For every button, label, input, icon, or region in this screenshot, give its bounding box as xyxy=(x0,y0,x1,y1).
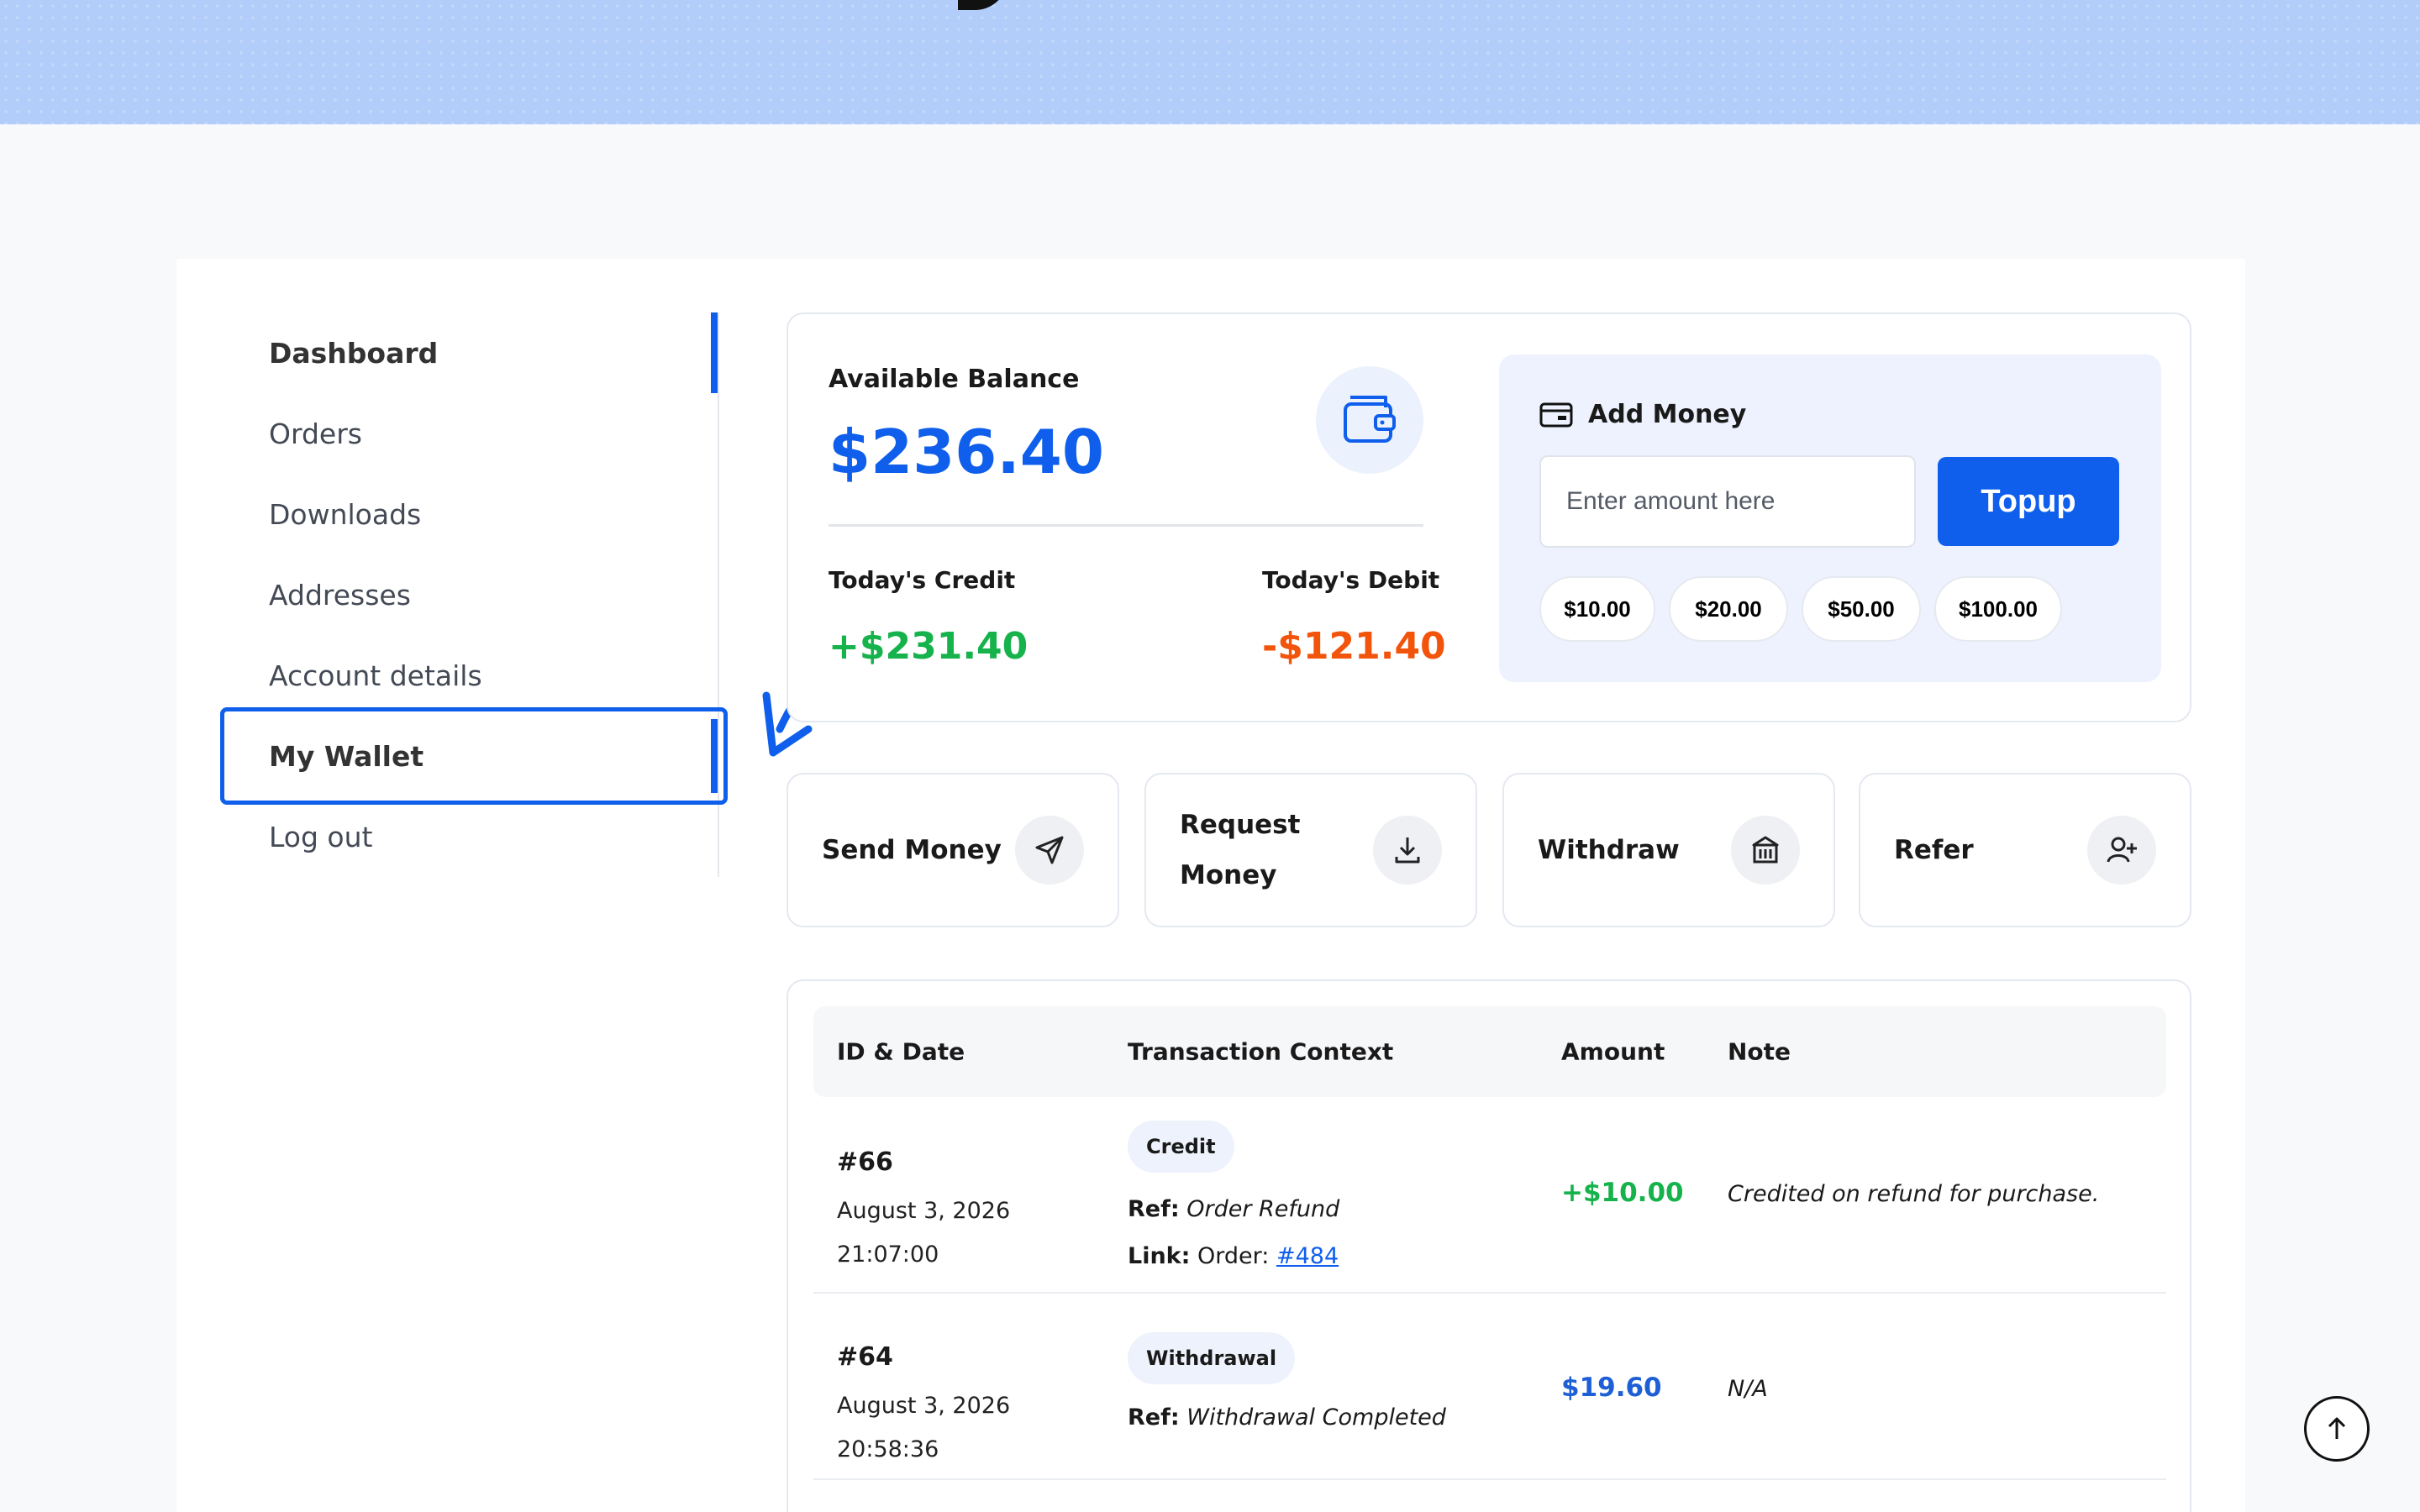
balance-divider xyxy=(829,524,1423,527)
available-balance-label: Available Balance xyxy=(829,365,1080,394)
sidebar-item-orders[interactable]: Orders xyxy=(269,393,790,474)
my-wallet-highlight-box xyxy=(220,707,728,805)
sidebar-item-log-out[interactable]: Log out xyxy=(269,796,790,877)
add-money-panel: Add Money Topup $10.00 $20.00 $50.00 $10… xyxy=(1499,354,2161,682)
my-wallet-active-bar xyxy=(711,719,718,793)
header-transaction-context: Transaction Context xyxy=(1128,1037,1394,1066)
tx-note: N/A xyxy=(1728,1376,1768,1402)
tx-type-badge: Withdrawal xyxy=(1128,1332,1296,1384)
download-icon xyxy=(1373,816,1442,885)
tx-time: 21:07:00 xyxy=(837,1242,939,1268)
amount-chip-50[interactable]: $50.00 xyxy=(1802,576,1921,642)
request-money-card[interactable]: Request Money xyxy=(1144,773,1477,927)
tx-time: 20:58:36 xyxy=(837,1436,939,1462)
tx-type-badge: Credit xyxy=(1128,1121,1234,1173)
tx-ref: Ref: Withdrawal Completed xyxy=(1128,1404,1446,1431)
sidebar-item-downloads[interactable]: Downloads xyxy=(269,474,790,554)
card-icon xyxy=(1539,402,1573,427)
tx-link-prefix: Order: xyxy=(1197,1243,1270,1269)
arrow-up-icon xyxy=(2328,1417,2346,1439)
send-money-card[interactable]: Send Money xyxy=(786,773,1119,927)
send-icon xyxy=(1015,816,1084,885)
wallet-icon xyxy=(1316,366,1423,474)
bank-icon xyxy=(1731,816,1800,885)
tx-ref: Ref: Order Refund xyxy=(1128,1196,1339,1222)
amount-chip-20[interactable]: $20.00 xyxy=(1669,576,1788,642)
tx-date: August 3, 2026 xyxy=(837,1393,1011,1419)
available-balance-value: $236.40 xyxy=(829,417,1104,487)
sidebar-item-dashboard[interactable]: Dashboard xyxy=(269,312,790,393)
tx-id: #64 xyxy=(837,1342,893,1372)
tx-note: Credited on refund for purchase. xyxy=(1728,1181,2100,1207)
tx-amount: $19.60 xyxy=(1561,1373,1662,1403)
withdraw-label: Withdraw xyxy=(1538,835,1680,865)
tx-id: #66 xyxy=(837,1147,893,1177)
add-money-title: Add Money xyxy=(1588,400,1747,429)
todays-credit-value: +$231.40 xyxy=(829,625,1028,668)
balance-card: Available Balance $236.40 Today's Credit… xyxy=(786,312,2191,722)
tx-link-label: Link: xyxy=(1128,1243,1191,1269)
table-row: #64 August 3, 2026 20:58:36 Withdrawal R… xyxy=(813,1294,2166,1480)
add-money-header: Add Money xyxy=(1539,400,1746,429)
todays-debit-value: -$121.40 xyxy=(1262,625,1446,668)
tx-ref-label: Ref: xyxy=(1128,1196,1180,1222)
amount-chip-10[interactable]: $10.00 xyxy=(1539,576,1655,642)
tx-ref-label: Ref: xyxy=(1128,1404,1180,1431)
order-link[interactable]: #484 xyxy=(1276,1243,1339,1269)
topup-button[interactable]: Topup xyxy=(1938,457,2119,546)
todays-debit-label: Today's Debit xyxy=(1262,566,1440,594)
scroll-to-top-button[interactable] xyxy=(2304,1396,2370,1462)
transactions-table: ID & Date Transaction Context Amount Not… xyxy=(786,979,2191,1512)
header-note: Note xyxy=(1728,1037,1791,1066)
tx-link: Link: Order: #484 xyxy=(1128,1243,1339,1269)
page-hero-banner xyxy=(0,0,2420,124)
table-header: ID & Date Transaction Context Amount Not… xyxy=(813,1006,2166,1097)
table-row: #66 August 3, 2026 21:07:00 Credit Ref: … xyxy=(813,1097,2166,1294)
amount-input[interactable] xyxy=(1539,455,1916,548)
sidebar-item-account-details[interactable]: Account details xyxy=(269,635,790,716)
tx-ref-value: Withdrawal Completed xyxy=(1186,1404,1446,1431)
page-title-fragment xyxy=(958,0,1008,10)
tx-amount: +$10.00 xyxy=(1561,1178,1684,1208)
header-amount: Amount xyxy=(1561,1037,1665,1066)
refer-label: Refer xyxy=(1894,835,1974,865)
user-plus-icon xyxy=(2087,816,2156,885)
header-id-date: ID & Date xyxy=(837,1037,965,1066)
withdraw-card[interactable]: Withdraw xyxy=(1502,773,1835,927)
account-panel: Dashboard Orders Downloads Addresses Acc… xyxy=(176,259,2245,1512)
refer-card[interactable]: Refer xyxy=(1859,773,2191,927)
tx-ref-value: Order Refund xyxy=(1186,1196,1340,1222)
request-money-label: Request Money xyxy=(1180,810,1301,890)
send-money-label: Send Money xyxy=(822,835,1002,865)
todays-credit-label: Today's Credit xyxy=(829,566,1016,594)
tx-date: August 3, 2026 xyxy=(837,1198,1011,1224)
sidebar-item-addresses[interactable]: Addresses xyxy=(269,554,790,635)
amount-chip-100[interactable]: $100.00 xyxy=(1934,576,2062,642)
